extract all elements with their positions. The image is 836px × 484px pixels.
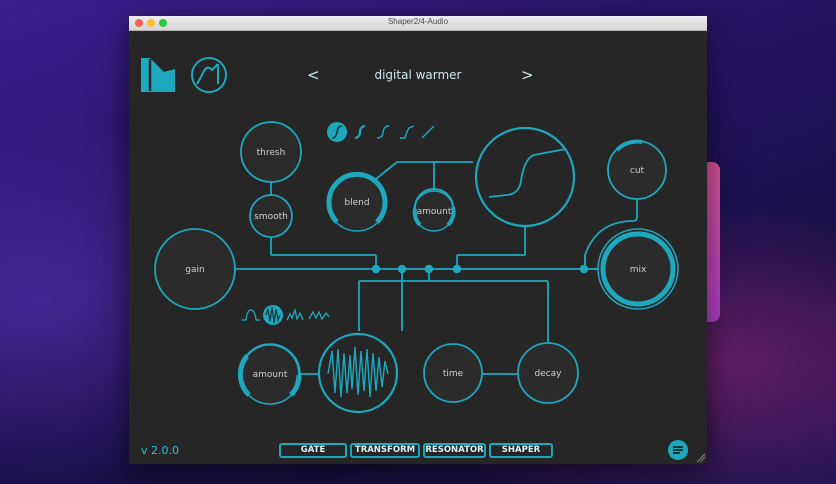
prev-preset-button[interactable]: < [307,66,320,84]
cut-knob-label: cut [630,166,645,176]
smooth-knob-label: smooth [254,212,288,222]
waveform-display [317,332,399,414]
preset-name[interactable]: digital warmer [374,68,461,82]
waveform-option-ramp[interactable] [308,310,330,321]
title-bar: Shaper2/4-Audio [129,16,707,31]
waveform-option-noise[interactable] [263,305,283,325]
mix-knob[interactable]: mix [597,228,679,310]
waveform-option-square[interactable] [242,309,260,321]
tab-gate[interactable]: GATE [279,443,347,458]
smooth-knob[interactable]: smooth [249,194,293,238]
menu-icon-line [673,449,683,451]
tab-resonator[interactable]: RESONATOR [423,443,486,458]
plugin-window: Shaper2/4-Audio < digital warmer > thres… [129,16,707,464]
menu-button[interactable] [668,440,688,460]
time-knob-label: time [443,369,464,379]
resize-grip-icon[interactable] [696,453,706,463]
time-knob[interactable]: time [423,343,483,403]
amount-bottom-knob[interactable]: amount [237,343,302,405]
menu-icon [673,446,683,448]
gain-knob-label: gain [185,265,204,275]
amount-bottom-knob-label: amount [253,370,288,380]
shaper-mode-icon[interactable] [191,57,227,93]
tab-transform[interactable]: TRANSFORM [350,443,420,458]
waveform-selector [242,305,330,325]
curve-type-option-2[interactable] [354,124,366,140]
tab-shaper[interactable]: SHAPER [489,443,553,458]
decay-knob-label: decay [534,369,562,379]
blend-knob-label: blend [344,198,369,208]
mix-knob-label: mix [630,265,647,275]
curve-type-selector [327,122,435,142]
cut-knob[interactable]: cut [607,139,667,200]
amount-top-knob[interactable]: amount [412,187,456,232]
window-title: Shaper2/4-Audio [387,17,449,26]
decay-knob[interactable]: decay [517,342,579,404]
blend-knob[interactable]: blend [326,171,388,232]
shaper-curve-display [474,126,576,228]
brand-logo-icon [141,58,175,92]
version-label: v 2.0.0 [141,444,179,457]
curve-type-option-5[interactable] [421,125,435,139]
waveform-option-burst[interactable] [286,307,304,321]
curve-type-option-3[interactable] [376,125,390,139]
curve-type-option-1[interactable] [327,122,347,142]
curve-type-option-4[interactable] [400,125,415,139]
next-preset-button[interactable]: > [521,66,534,84]
gain-knob[interactable]: gain [154,228,236,310]
thresh-knob[interactable]: thresh [240,121,302,183]
plugin-panel: < digital warmer > thresh smooth blend a… [129,31,707,464]
thresh-knob-label: thresh [257,148,286,158]
menu-icon-line [673,452,680,454]
amount-top-knob-label: amount [417,207,452,217]
